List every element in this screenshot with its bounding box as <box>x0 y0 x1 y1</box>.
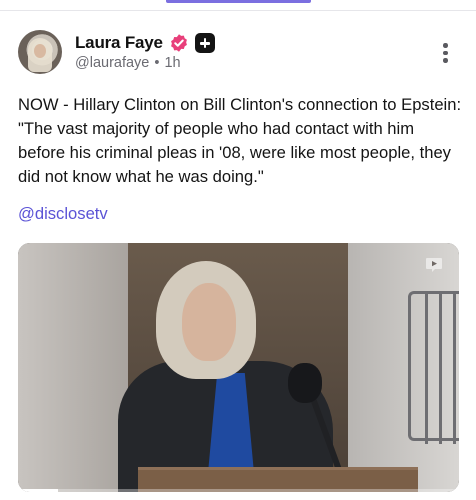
post-time: 1h <box>164 55 181 71</box>
author-meta: @laurafaye • 1h <box>75 55 181 71</box>
avatar[interactable] <box>18 30 62 74</box>
author-handle[interactable]: @laurafaye <box>75 55 149 71</box>
more-vertical-icon[interactable] <box>438 42 452 64</box>
meta-separator: • <box>154 55 160 71</box>
active-tab-indicator <box>166 0 311 3</box>
post-card[interactable]: Laura Faye @laurafaye • 1h NOW - Hillary… <box>0 11 476 500</box>
video-speaker-face <box>182 283 236 361</box>
video-progress-track[interactable] <box>18 489 459 492</box>
plus-badge-icon <box>194 33 215 53</box>
play-logo-icon <box>426 258 442 272</box>
video-microphone <box>288 363 322 403</box>
video-background-left <box>18 243 128 492</box>
avatar-face <box>34 44 46 58</box>
video-railing <box>408 291 459 444</box>
author-name-row: Laura Faye <box>75 33 215 53</box>
video-player[interactable] <box>18 243 459 492</box>
mention-link[interactable]: @disclosetv <box>18 204 108 224</box>
video-progress-fill <box>18 489 58 492</box>
verified-check-icon <box>170 34 187 52</box>
author-display-name[interactable]: Laura Faye <box>75 33 163 53</box>
post-text: NOW - Hillary Clinton on Bill Clinton's … <box>18 95 462 186</box>
